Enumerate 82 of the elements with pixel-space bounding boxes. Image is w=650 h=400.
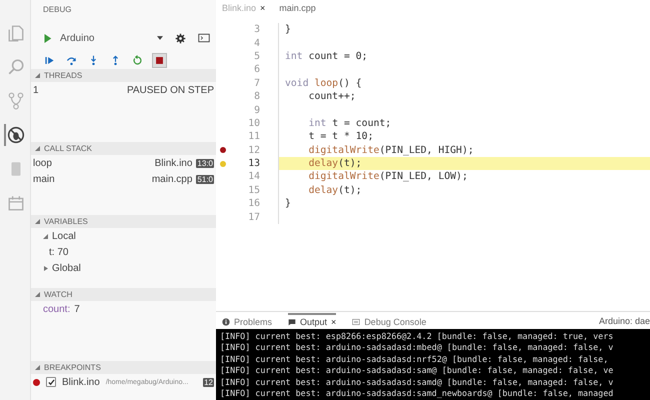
speech-bubble-icon	[288, 318, 296, 326]
line-number: 6	[253, 64, 260, 76]
line-number: 13	[247, 158, 260, 170]
line-number: 8	[253, 91, 260, 102]
configuration-dropdown[interactable]: Arduino	[60, 32, 149, 44]
line-number: 7	[253, 78, 260, 89]
breakpoint-file: Blink.ino	[62, 376, 100, 388]
panel-title: DEBUG	[42, 4, 72, 16]
line-badge: 12	[203, 378, 214, 386]
caret-icon[interactable]	[157, 36, 163, 40]
log-line: [INFO] current best: arduino-sadsadasd:sam@ [bundle: false, managed: false, ve	[220, 365, 614, 377]
play-icon[interactable]	[43, 32, 52, 44]
close-button[interactable]: ×	[260, 3, 266, 13]
frame-file: main.cpp	[152, 174, 192, 184]
code-line: int t = count;	[308, 118, 392, 129]
checkbox[interactable]	[46, 377, 56, 387]
section-header[interactable]: CALL STACK	[31, 142, 216, 155]
section-header[interactable]: WATCH	[31, 288, 216, 301]
section-title: THREADS	[44, 71, 82, 80]
scope-name[interactable]: Local	[52, 230, 76, 242]
log-line: [INFO] current best: arduino-sadsadasd:samd@ [bundle: false, managed: false, v	[220, 376, 614, 388]
bug-icon[interactable]	[4, 124, 26, 146]
frame-file: Blink.ino	[154, 158, 192, 168]
line-number: 5	[253, 50, 260, 62]
code-line: t = t * 10;	[308, 131, 374, 142]
section-title: BREAKPOINTS	[44, 363, 101, 372]
section-header[interactable]: THREADS	[31, 69, 216, 82]
log-line: [INFO] current best: arduino-sadsadasd:nrf52@ [bundle: false, managed: false,	[220, 354, 610, 366]
tab-label: Output	[300, 316, 328, 326]
line-number: 16	[247, 198, 260, 210]
tab-label: Blink.ino	[222, 3, 256, 13]
variable: t: 70	[49, 246, 68, 258]
code-line: digitalWrite(PIN_LED, HIGH);	[308, 144, 474, 156]
line-number: 15	[247, 184, 260, 196]
section-header[interactable]: BREAKPOINTS	[31, 361, 216, 374]
code-line: delay(t);	[308, 158, 362, 170]
tab-label: Problems	[234, 316, 272, 326]
line-number: 10	[247, 118, 260, 129]
line-number: 3	[253, 24, 260, 36]
thread-status: PAUSED ON STEP	[126, 84, 214, 96]
terminal-icon[interactable]	[198, 32, 210, 44]
output-channel[interactable]: Arduino: dae	[598, 316, 650, 326]
frame-name: main	[33, 174, 55, 184]
panel-tab[interactable]: Debug Console	[352, 312, 426, 328]
line-number: 12	[247, 144, 260, 156]
console-icon	[352, 318, 360, 326]
section-title: WATCH	[44, 290, 72, 299]
thread-id: 1	[33, 84, 39, 96]
line-number: 14	[247, 171, 260, 182]
editor-tab[interactable]: Blink.ino ×	[222, 3, 266, 13]
code-line: digitalWrite(PIN_LED, LOW);	[308, 171, 468, 182]
caret-icon[interactable]	[43, 266, 48, 270]
close-button[interactable]: ×	[331, 316, 336, 326]
frame-name: loop	[33, 158, 52, 168]
scope-name[interactable]: Global	[52, 262, 81, 274]
settings-icon[interactable]	[175, 32, 186, 44]
panel-tab[interactable]: Problems	[222, 312, 272, 328]
line-number: 17	[247, 212, 260, 223]
log-line: [INFO] current best: esp8266:esp8266@2.4.2 [bundle: false, managed: true, vers	[220, 331, 614, 342]
code-line: }	[285, 24, 291, 36]
watch-value: 7	[74, 304, 80, 314]
line-number: 9	[253, 104, 260, 116]
section-title: CALL STACK	[44, 144, 92, 153]
tab-label: Debug Console	[364, 316, 426, 326]
line-number: 4	[253, 38, 260, 49]
code-line: int count = 0;	[285, 50, 368, 62]
section-header[interactable]: VARIABLES	[31, 215, 216, 228]
info-icon	[222, 318, 230, 326]
log-line: [INFO] current best: arduino-sadsadasd:mbed@ [bundle: false, managed: false, v	[220, 342, 614, 354]
code-line: }	[285, 198, 291, 210]
code-line: count++;	[308, 91, 356, 102]
line-badge: 51:0	[196, 174, 214, 184]
code-line: delay(t);	[308, 184, 362, 196]
line-number: 11	[247, 131, 260, 142]
editor-tab[interactable]: main.cpp	[279, 3, 316, 13]
caret-icon[interactable]	[43, 234, 48, 238]
watch-name: count:	[43, 304, 70, 314]
log-line: [INFO] current best: arduino-sadsadasd:samd_newboards@ [bundle: false, managed	[220, 388, 614, 400]
code-line: void loop() {	[285, 78, 362, 89]
line-badge: 13:0	[196, 158, 214, 168]
breakpoint-dot	[33, 378, 40, 386]
section-title: VARIABLES	[44, 217, 88, 226]
